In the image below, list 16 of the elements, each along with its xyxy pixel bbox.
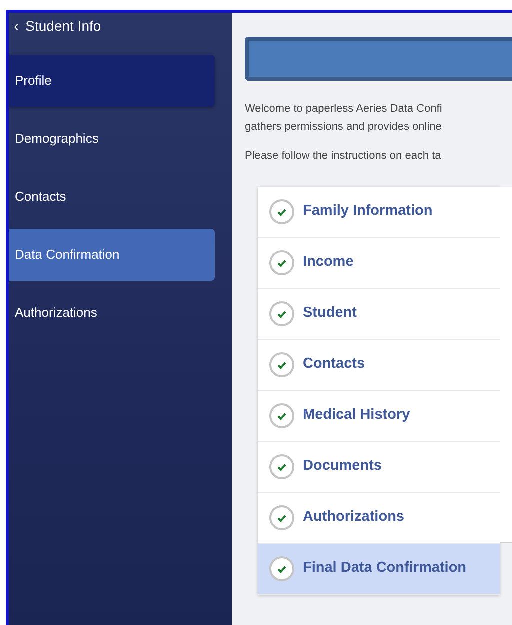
sidebar-item[interactable]: Authorizations <box>9 287 215 339</box>
intro-text: Please follow the instructions on each ta <box>245 149 442 164</box>
sidebar-item[interactable]: Demographics <box>9 113 215 165</box>
step-tab[interactable]: Family Information <box>258 187 500 238</box>
sidebar-item[interactable]: Profile <box>9 55 215 107</box>
step-tab[interactable]: Student <box>258 289 500 340</box>
step-tab[interactable]: Documents <box>258 442 500 493</box>
intro-text: Welcome to paperless Aeries Data Confi <box>245 102 444 117</box>
step-tab[interactable]: Final Data Confirmation <box>258 544 500 595</box>
intro-text: gathers permissions and provides online <box>245 120 443 135</box>
step-tab[interactable]: Contacts <box>258 340 500 391</box>
step-tab[interactable]: Income <box>258 238 500 289</box>
sidebar-item[interactable]: Contacts <box>9 171 215 223</box>
step-tab[interactable]: Medical History <box>258 391 500 442</box>
back-link[interactable]: ‹ Student Info <box>9 13 232 55</box>
sidebar-item[interactable]: Data Confirmation <box>9 229 215 281</box>
